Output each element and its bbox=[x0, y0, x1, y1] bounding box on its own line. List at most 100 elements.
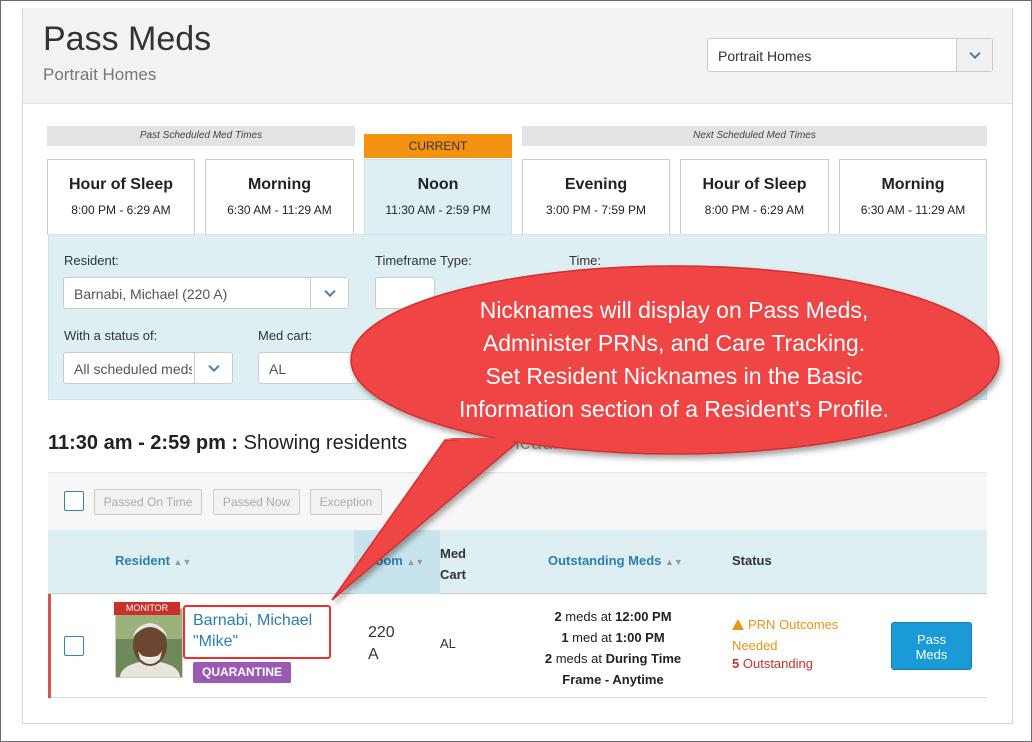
med-time-tab[interactable]: Morning 6:30 AM - 11:29 AM bbox=[205, 159, 354, 235]
status-label: With a status of: bbox=[64, 328, 158, 343]
table-row: MONITOR Barnabi, Michael "Mike" QUARANTI… bbox=[48, 594, 987, 698]
column-header-outstanding-label: Outstanding Meds bbox=[548, 553, 662, 568]
med-cart-label: Med cart: bbox=[258, 328, 313, 343]
status-select-toggle[interactable] bbox=[194, 353, 232, 383]
med-count: 2 bbox=[554, 609, 562, 624]
med-time-range: 6:30 AM - 11:29 AM bbox=[860, 203, 966, 217]
med-mid: meds at bbox=[555, 651, 602, 666]
med-time-name: Morning bbox=[247, 176, 312, 193]
callout-line: Information section of a Resident's Prof… bbox=[458, 396, 890, 422]
outstanding-text: Outstanding bbox=[742, 656, 813, 671]
column-header-outstanding-meds[interactable]: Outstanding Meds ▲▼ bbox=[548, 553, 683, 568]
bulk-action-toolbar: Passed On Time Passed Now Exception bbox=[48, 472, 987, 530]
column-header-status: Status bbox=[732, 553, 772, 568]
med-time-range: 6:30 AM - 11:29 AM bbox=[227, 203, 332, 217]
alert-row-indicator bbox=[48, 594, 51, 698]
select-all-checkbox[interactable] bbox=[64, 491, 84, 511]
resident-photo bbox=[116, 609, 182, 677]
med-time-range: 8:00 PM - 6:29 AM bbox=[71, 203, 171, 217]
med-time: 12:00 PM bbox=[615, 609, 672, 624]
sort-icon: ▲▼ bbox=[173, 557, 192, 567]
nickname-highlight-box bbox=[183, 605, 331, 659]
med-time-range: 3:00 PM - 7:59 PM bbox=[545, 203, 647, 217]
status-select[interactable]: All scheduled meds bbox=[63, 352, 233, 384]
passed-now-button[interactable]: Passed Now bbox=[213, 489, 300, 515]
pass-meds-button[interactable]: Pass Meds bbox=[891, 622, 972, 670]
showing-text-a: Showing residents bbox=[243, 432, 408, 454]
past-times-label: Past Scheduled Med Times bbox=[47, 126, 355, 146]
page-header: Pass Meds Portrait Homes Portrait Homes bbox=[23, 8, 1012, 104]
quarantine-badge: QUARANTINE bbox=[193, 662, 291, 683]
current-label: CURRENT bbox=[364, 134, 512, 158]
med-time-name: Hour of Sleep bbox=[702, 176, 807, 193]
row-checkbox[interactable] bbox=[64, 636, 84, 656]
resident-select-toggle[interactable] bbox=[310, 278, 348, 308]
callout-line: Administer PRNs, and Care Tracking. bbox=[482, 330, 866, 356]
page-subtitle: Portrait Homes bbox=[43, 65, 157, 84]
timeframe-type-label: Timeframe Type: bbox=[375, 253, 472, 268]
showing-text-b: scheduled meds bbox=[488, 432, 635, 454]
community-select[interactable]: Portrait Homes bbox=[707, 38, 993, 72]
outstanding-status: 5 Outstanding bbox=[732, 656, 813, 671]
med-time: 1:00 PM bbox=[615, 630, 665, 645]
chevron-down-icon bbox=[207, 360, 220, 373]
page-title: Pass Meds bbox=[43, 20, 212, 58]
outstanding-med-line: 1 med at 1:00 PM bbox=[518, 627, 708, 648]
med-cart-value: AL bbox=[440, 636, 456, 651]
column-header-resident-label: Resident bbox=[115, 553, 170, 568]
resident-avatar[interactable] bbox=[115, 608, 183, 678]
med-time-tab[interactable]: Morning 6:30 AM - 11:29 AM bbox=[839, 159, 987, 235]
sort-icon: ▲▼ bbox=[665, 557, 683, 567]
monitor-badge: MONITOR bbox=[114, 602, 180, 615]
warning-icon bbox=[732, 619, 744, 630]
med-time-name: Hour of Sleep bbox=[68, 176, 173, 193]
med-cart-value: AL bbox=[269, 361, 287, 377]
column-header-resident[interactable]: Resident ▲▼ bbox=[115, 553, 191, 568]
callout-text: Nicknames will display on Pass Meds, Adm… bbox=[384, 294, 964, 426]
outstanding-med-line: Frame - Anytime bbox=[518, 669, 708, 690]
resident-select[interactable]: Barnabi, Michael (220 A) bbox=[63, 277, 349, 309]
outstanding-count: 5 bbox=[732, 656, 740, 671]
callout-line: Nicknames will display on Pass Meds, bbox=[479, 297, 869, 323]
resident-select-value: Barnabi, Michael (220 A) bbox=[74, 286, 228, 302]
med-count: 2 bbox=[544, 651, 553, 666]
med-cart-select[interactable]: AL bbox=[258, 352, 358, 384]
med-mid: med at bbox=[572, 630, 612, 645]
med-time-tab[interactable]: Evening 3:00 PM - 7:59 PM bbox=[522, 159, 670, 235]
prn-outcomes-line1: PRN Outcomes bbox=[748, 617, 839, 632]
med-count: 1 bbox=[561, 630, 569, 645]
med-mid: meds at bbox=[565, 609, 612, 624]
next-times-label: Next Scheduled Med Times bbox=[522, 126, 987, 146]
column-header-room-label: Room bbox=[366, 553, 403, 568]
pass-meds-button-line1: Pass bbox=[917, 632, 946, 647]
med-time: Frame - Anytime bbox=[562, 672, 664, 687]
column-header-med-cart: Med Cart bbox=[440, 543, 466, 585]
exception-button[interactable]: Exception bbox=[310, 489, 382, 515]
med-time-tab-current[interactable]: Noon 11:30 AM - 2:59 PM bbox=[364, 159, 512, 237]
community-select-toggle[interactable] bbox=[956, 39, 992, 71]
callout-line: Set Resident Nicknames in the Basic bbox=[485, 363, 863, 389]
chevron-down-icon bbox=[323, 285, 336, 298]
med-time-tab[interactable]: Hour of Sleep 8:00 PM - 6:29 AM bbox=[47, 159, 195, 235]
room-value: 220 A bbox=[368, 622, 395, 666]
resident-label: Resident: bbox=[64, 253, 119, 268]
med-time-range: 8:00 PM - 6:29 AM bbox=[704, 203, 805, 217]
outstanding-meds-list: 2 meds at 12:00 PM 1 med at 1:00 PM 2 me… bbox=[518, 606, 708, 690]
room-bed: A bbox=[368, 646, 379, 663]
sort-icon: ▲▼ bbox=[406, 557, 425, 567]
showing-summary: 11:30 am - 2:59 pm : Showing residents s… bbox=[48, 432, 634, 455]
chevron-down-icon bbox=[968, 47, 981, 60]
outstanding-med-line: 2 meds at 12:00 PM bbox=[518, 606, 708, 627]
status-select-value: All scheduled meds bbox=[74, 361, 192, 377]
column-header-room[interactable]: Room ▲▼ bbox=[366, 553, 424, 568]
passed-on-time-button[interactable]: Passed On Time bbox=[94, 489, 202, 515]
med-time-tab[interactable]: Hour of Sleep 8:00 PM - 6:29 AM bbox=[680, 159, 829, 235]
med-time-name: Evening bbox=[564, 176, 628, 193]
med-time-range: 11:30 AM - 2:59 PM bbox=[385, 203, 491, 217]
community-select-value: Portrait Homes bbox=[718, 48, 812, 64]
time-label: Time: bbox=[569, 253, 602, 268]
prn-outcomes-status[interactable]: PRN Outcomes Needed bbox=[732, 614, 872, 656]
pass-meds-button-line2: Meds bbox=[915, 647, 948, 662]
med-time: During Time bbox=[605, 651, 682, 666]
room-number: 220 bbox=[368, 624, 395, 641]
